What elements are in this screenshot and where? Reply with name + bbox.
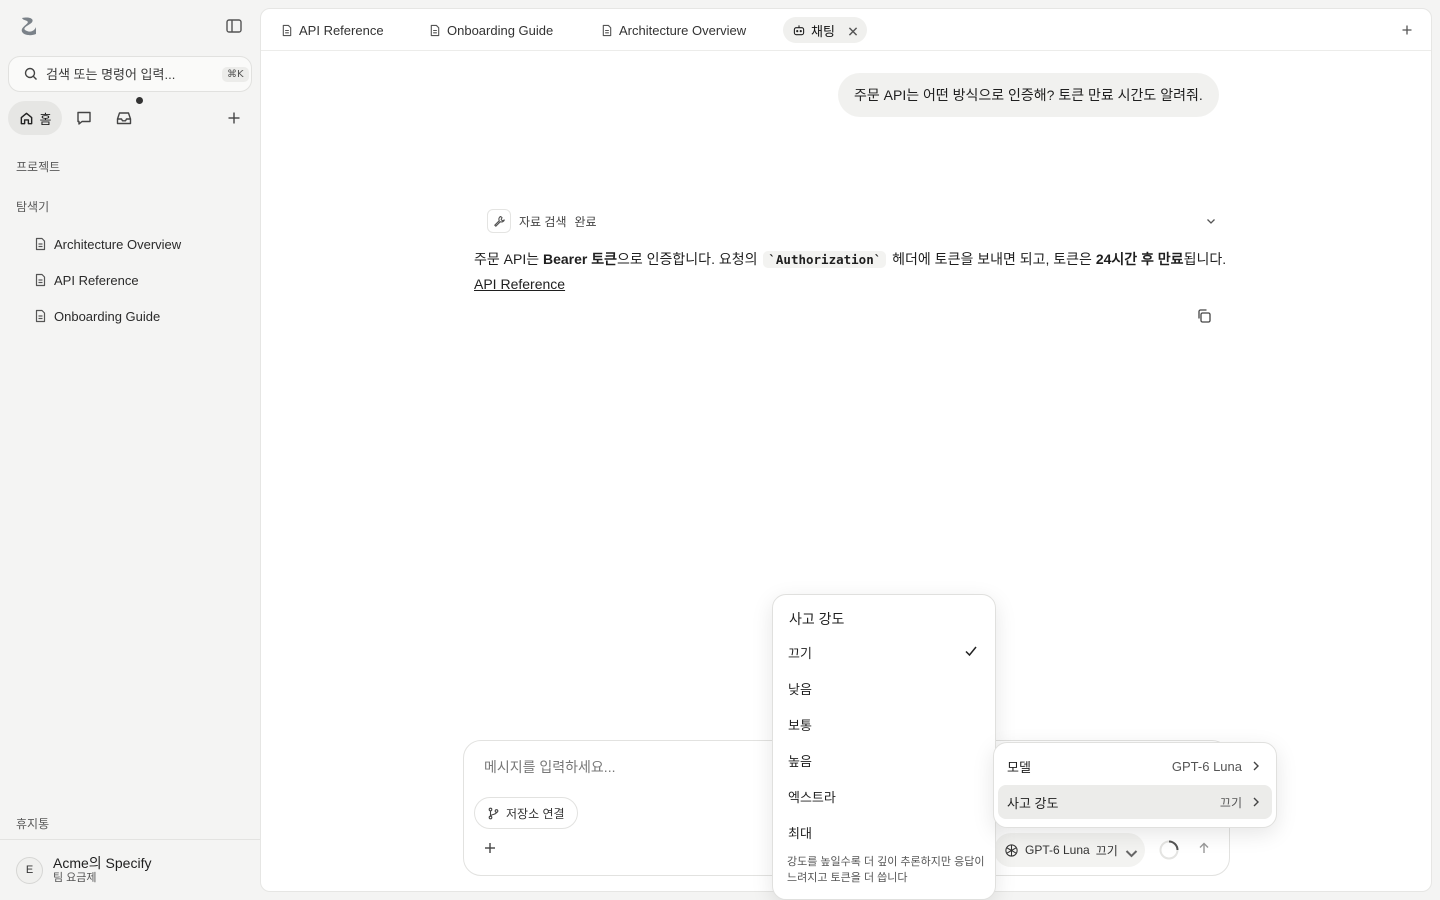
answer-bold: Bearer 토큰 (543, 251, 618, 267)
file-item-api-reference[interactable]: API Reference (34, 270, 139, 290)
model-selector-button[interactable]: GPT-6 Luna 끄기 (994, 833, 1145, 867)
tab-label: 채팅 (811, 23, 835, 39)
effort-option-medium[interactable]: 보통 (788, 715, 812, 734)
effort-menu-title: 사고 강도 (789, 611, 845, 627)
workspace-plan: 팀 요금제 (53, 872, 97, 884)
model-pill-name: GPT-6 Luna (1025, 843, 1090, 857)
tab-architecture-overview[interactable]: Architecture Overview (591, 17, 756, 43)
answer-text: 됩니다. (1183, 251, 1227, 267)
document-icon (602, 24, 612, 36)
search-icon (24, 67, 38, 81)
chat-icon[interactable] (75, 109, 93, 127)
chevron-right-icon (1253, 797, 1259, 807)
git-branch-icon (488, 807, 499, 819)
loading-spinner-icon (1158, 839, 1180, 861)
effort-menu-label: 사고 강도 (1007, 795, 1059, 811)
thinking-effort-menu: 사고 강도 끄기 낮음 보통 높음 엑스트라 최대 강도를 높일수록 더 깊이 … (772, 594, 996, 900)
inbox-icon[interactable] (115, 109, 133, 127)
assistant-message: 주문 API는 Bearer 토큰으로 인증합니다. 요청의 `Authoriz… (474, 247, 1234, 296)
wrench-icon (487, 209, 511, 233)
file-item-label: API Reference (54, 272, 139, 288)
file-item-label: Architecture Overview (54, 236, 182, 252)
thinking-effort-menu-item[interactable]: 사고 강도 끄기 (998, 785, 1272, 819)
api-reference-link[interactable]: API Reference (474, 276, 565, 292)
chevron-down-icon (1124, 846, 1138, 857)
app-logo[interactable] (17, 15, 39, 37)
nav-home-label: 홈 (39, 111, 52, 127)
answer-bold: 24시간 후 만료 (1095, 251, 1184, 267)
model-menu-label: 모델 (1007, 759, 1031, 775)
connect-repo-label: 저장소 연결 (506, 806, 565, 821)
effort-option-extra[interactable]: 엑스트라 (788, 787, 836, 806)
file-item-label: Onboarding Guide (54, 308, 161, 324)
sidebar-toggle-icon[interactable] (225, 17, 243, 35)
nav-home-button[interactable]: 홈 (8, 101, 62, 135)
account-switcher[interactable]: E Acme의 Specify 팀 요금제 (16, 855, 151, 885)
effort-option-low[interactable]: 낮음 (788, 679, 812, 698)
section-explorer[interactable]: 탐색기 (16, 198, 49, 215)
section-projects[interactable]: 프로젝트 (16, 158, 60, 175)
trash-link[interactable]: 휴지통 (16, 815, 49, 832)
answer-text: 주문 API는 (474, 251, 543, 267)
bot-icon (793, 24, 805, 35)
tool-call-row[interactable]: 자료 검색 완료 (487, 209, 1217, 233)
document-icon (35, 309, 46, 323)
tab-label: Onboarding Guide (447, 22, 554, 38)
sidebar: ⌘K 홈 프로젝트 탐색기 Arc (0, 0, 260, 900)
attach-icon[interactable] (483, 841, 497, 855)
home-icon (20, 112, 32, 124)
add-icon[interactable] (225, 109, 243, 127)
file-item-architecture-overview[interactable]: Architecture Overview (34, 234, 181, 254)
document-icon (282, 24, 292, 36)
workspace-name: Acme의 Specify (53, 855, 152, 871)
file-item-onboarding-guide[interactable]: Onboarding Guide (34, 306, 160, 326)
chevron-down-icon[interactable] (1205, 215, 1217, 227)
tab-onboarding-guide[interactable]: Onboarding Guide (419, 17, 563, 43)
document-icon (35, 273, 46, 287)
close-icon[interactable] (847, 25, 858, 36)
avatar: E (16, 856, 43, 884)
effort-option-off[interactable]: 끄기 (788, 643, 812, 662)
tool-call-status: 완료 (574, 214, 597, 229)
openai-icon (1005, 843, 1018, 857)
tab-bar: API Reference Onboarding Guide Architect… (261, 9, 1431, 51)
model-menu-item[interactable]: 모델 GPT-6 Luna (998, 749, 1272, 783)
answer-text: 헤더에 토큰을 보내면 되고, 토큰은 (888, 251, 1096, 267)
search-bar[interactable]: ⌘K (8, 56, 252, 92)
sidebar-nav: 홈 (8, 97, 252, 135)
chevron-right-icon (1253, 761, 1259, 771)
send-arrow-icon[interactable] (1197, 841, 1211, 855)
tab-label: Architecture Overview (619, 22, 747, 38)
check-icon (964, 645, 978, 657)
answer-text: 으로 인증합니다. 요청의 (617, 251, 762, 267)
effort-hint-text: 강도를 높일수록 더 깊이 추론하지만 응답이 느려지고 토큰을 더 씁니다 (787, 856, 985, 884)
copy-icon[interactable] (1196, 308, 1212, 324)
effort-option-high[interactable]: 높음 (788, 751, 812, 770)
model-pill-effort: 끄기 (1095, 843, 1118, 858)
model-menu-value: GPT-6 Luna (1171, 758, 1242, 774)
new-tab-icon[interactable] (1400, 23, 1414, 37)
user-message-bubble: 주문 API는 어떤 방식으로 인증해? 토큰 만료 시간도 알려줘. (838, 73, 1219, 117)
model-settings-menu: 모델 GPT-6 Luna 사고 강도 끄기 (993, 742, 1277, 828)
effort-option-max[interactable]: 최대 (788, 823, 812, 842)
search-shortcut-badge: ⌘K (222, 66, 249, 82)
effort-menu-value: 끄기 (1219, 795, 1242, 810)
sidebar-divider (0, 839, 260, 840)
user-message-text: 주문 API는 어떤 방식으로 인증해? 토큰 만료 시간도 알려줘. (854, 87, 1203, 103)
inbox-unread-dot (136, 97, 143, 104)
connect-repo-button[interactable]: 저장소 연결 (474, 797, 578, 829)
tab-chat[interactable]: 채팅 (783, 17, 867, 43)
tab-label: API Reference (299, 22, 384, 38)
document-icon (35, 237, 46, 251)
search-input[interactable] (46, 66, 222, 82)
answer-code: `Authorization` (763, 251, 887, 268)
tab-api-reference[interactable]: API Reference (271, 17, 394, 43)
tool-call-label: 자료 검색 (519, 214, 567, 229)
document-icon (430, 24, 440, 36)
